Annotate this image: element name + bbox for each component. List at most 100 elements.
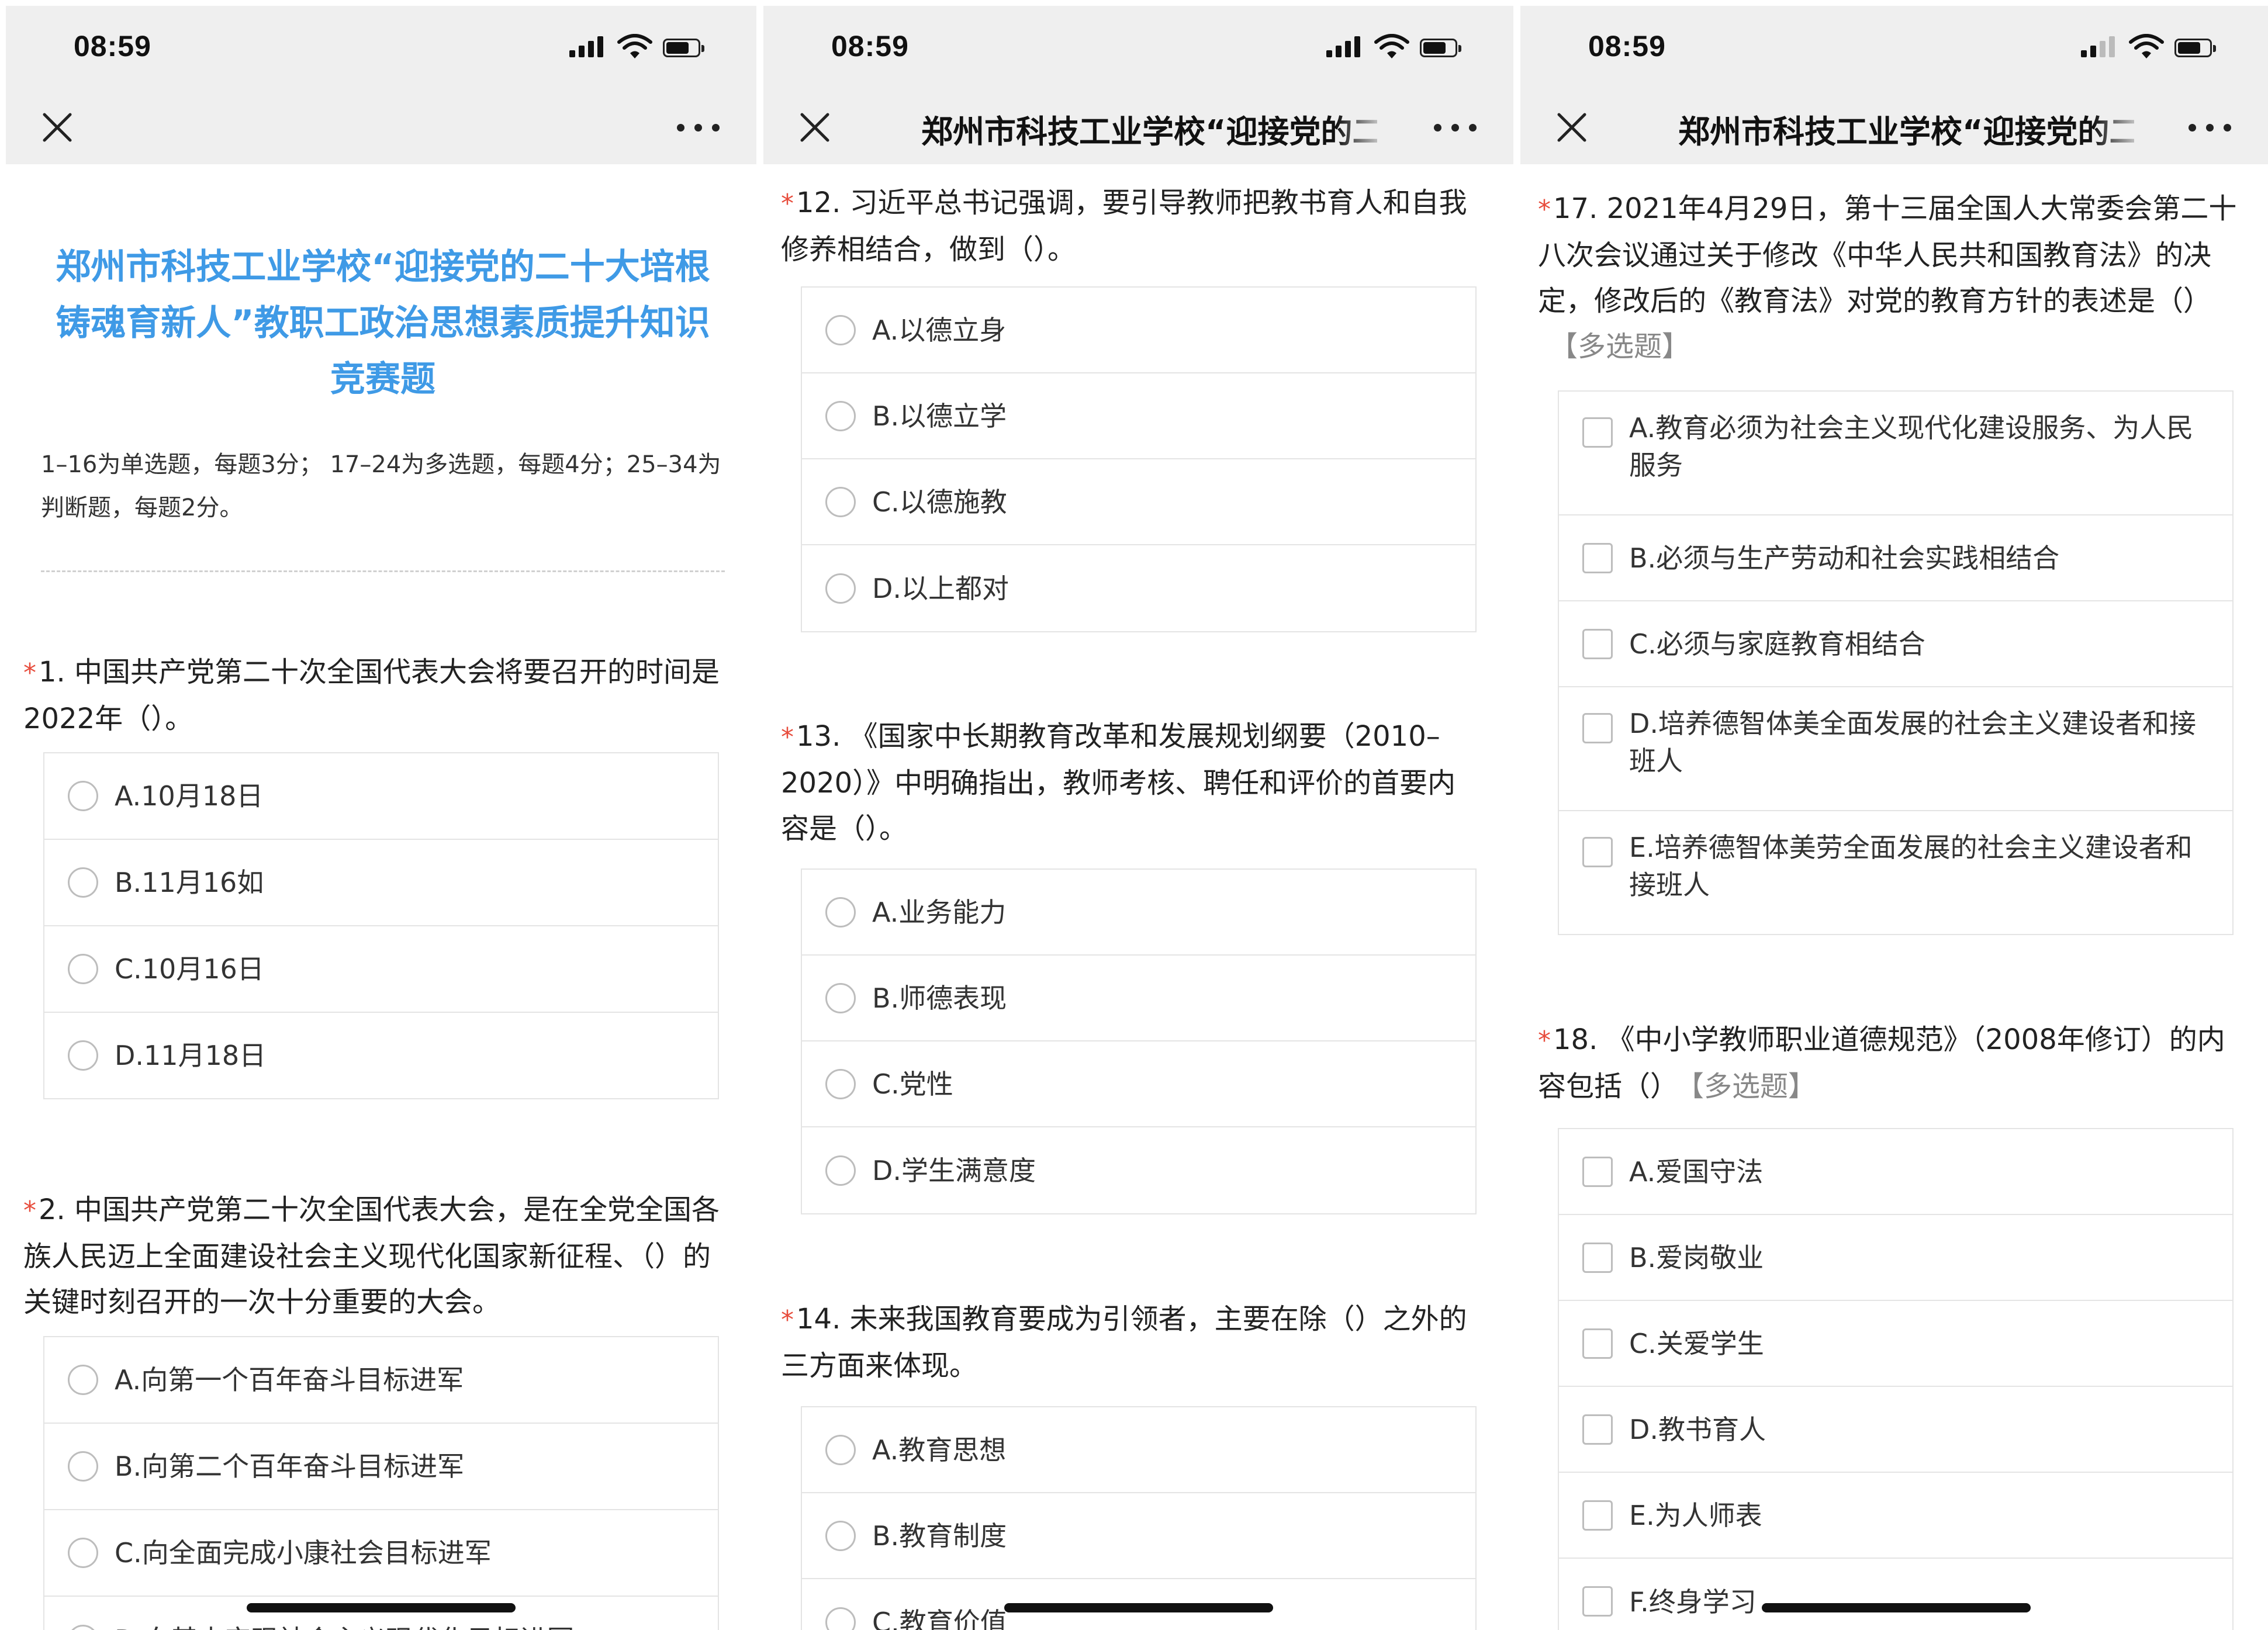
radio-icon[interactable]: [825, 1520, 856, 1551]
radio-icon[interactable]: [68, 781, 98, 811]
radio-icon[interactable]: [68, 1451, 98, 1482]
option-item[interactable]: A.向第一个百年奋斗目标进军: [44, 1337, 718, 1424]
option-item[interactable]: A.以德立身: [802, 288, 1475, 373]
option-item[interactable]: B.以德立学: [802, 373, 1475, 459]
close-icon[interactable]: [1555, 111, 1588, 144]
question-title: *12. 习近平总书记强调，要引导教师把教书育人和自我修养相结合，做到（）。: [781, 186, 1467, 266]
more-icon[interactable]: [1434, 122, 1481, 133]
option-item[interactable]: A.10月18日: [44, 753, 718, 840]
radio-icon[interactable]: [825, 1434, 856, 1465]
radio-icon[interactable]: [825, 400, 856, 431]
option-item[interactable]: D.向基本实现社会主义现代化目标进军: [44, 1597, 718, 1630]
option-group: A.业务能力 B.师德表现 C.党性 D.学生满意度: [801, 868, 1477, 1214]
radio-icon[interactable]: [825, 897, 856, 928]
status-time: 08:59: [831, 30, 909, 63]
checkbox-icon[interactable]: [1582, 1414, 1613, 1445]
status-time: 08:59: [74, 30, 151, 63]
status-icons: [569, 34, 710, 61]
option-item[interactable]: A.教育思想: [802, 1407, 1475, 1493]
radio-icon[interactable]: [68, 1365, 98, 1395]
radio-icon[interactable]: [825, 486, 856, 517]
option-group: A.教育必须为社会主义现代化建设服务、为人民服务 B.必须与生产劳动和社会实践相…: [1558, 390, 2234, 935]
option-item[interactable]: B.教育制度: [802, 1493, 1475, 1579]
option-item[interactable]: B.11月16如: [44, 840, 718, 926]
top-bar: 08:59 郑州市科技工业学校“迎接党的二十大培根铸魂育新人”教职工政治思想素质…: [1520, 6, 2268, 164]
question-title: *2. 中国共产党第二十次全国代表大会，是在全党全国各族人民迈上全面建设社会主义…: [23, 1193, 720, 1318]
radio-icon[interactable]: [68, 867, 98, 898]
title-fade: [1336, 109, 1389, 155]
close-icon[interactable]: [41, 111, 74, 144]
page-title: 郑州市科技工业学校“迎接党的二十大培根铸魂育新人”教职工政治思想素质提升知识竞赛…: [921, 113, 1377, 150]
signal-icon: [1326, 34, 1364, 61]
option-item[interactable]: A.教育必须为社会主义现代化建设服务、为人民服务: [1559, 392, 2232, 515]
option-item[interactable]: D.学生满意度: [802, 1127, 1475, 1213]
checkbox-icon[interactable]: [1582, 1328, 1613, 1359]
home-indicator: [1004, 1603, 1273, 1612]
radio-icon[interactable]: [825, 1607, 856, 1630]
checkbox-icon[interactable]: [1582, 629, 1613, 659]
option-group: A.教育思想 B.教育制度 C.教育价值: [801, 1406, 1477, 1630]
option-item[interactable]: C.必须与家庭教育相结合: [1559, 601, 2232, 687]
option-item[interactable]: B.向第二个百年奋斗目标进军: [44, 1424, 718, 1510]
radio-icon[interactable]: [825, 982, 856, 1013]
option-item[interactable]: A.爱国守法: [1559, 1129, 2232, 1215]
checkbox-icon[interactable]: [1582, 713, 1613, 743]
option-item[interactable]: E.为人师表: [1559, 1473, 2232, 1559]
option-group: A.爱国守法 B.爱岗敬业 C.关爱学生 D.教书育人 E.为人师表 F.终身学…: [1558, 1128, 2234, 1630]
option-item[interactable]: E.培养德智体美劳全面发展的社会主义建设者和接班人: [1559, 811, 2232, 934]
home-indicator: [247, 1603, 516, 1612]
option-item[interactable]: A.业务能力: [802, 870, 1475, 956]
option-group: A.以德立身 B.以德立学 C.以德施教 D.以上都对: [801, 286, 1477, 632]
option-item[interactable]: D.11月18日: [44, 1013, 718, 1098]
option-item[interactable]: C.关爱学生: [1559, 1301, 2232, 1387]
option-group: A.向第一个百年奋斗目标进军 B.向第二个百年奋斗目标进军 C.向全面完成小康社…: [43, 1336, 719, 1630]
close-icon[interactable]: [798, 111, 831, 144]
battery-icon: [2174, 39, 2216, 57]
option-item[interactable]: C.向全面完成小康社会目标进军: [44, 1510, 718, 1597]
option-item[interactable]: D.教书育人: [1559, 1387, 2232, 1473]
radio-icon[interactable]: [68, 1538, 98, 1568]
option-item[interactable]: C.以德施教: [802, 459, 1475, 545]
radio-icon[interactable]: [68, 954, 98, 984]
form-content: *12. 习近平总书记强调，要引导教师把教书育人和自我修养相结合，做到（）。 A…: [763, 164, 1513, 1630]
radio-icon[interactable]: [68, 1625, 98, 1630]
checkbox-icon[interactable]: [1582, 1500, 1613, 1531]
option-item[interactable]: B.爱岗敬业: [1559, 1215, 2232, 1301]
checkbox-icon[interactable]: [1582, 837, 1613, 867]
option-item[interactable]: B.必须与生产劳动和社会实践相结合: [1559, 515, 2232, 601]
option-item[interactable]: B.师德表现: [802, 956, 1475, 1041]
form-description: 1–16为单选题，每题3分； 17–24为多选题，每题4分；25–34为判断题，…: [41, 451, 721, 521]
radio-icon[interactable]: [825, 1068, 856, 1099]
radio-icon[interactable]: [825, 1155, 856, 1186]
checkbox-icon[interactable]: [1582, 1157, 1613, 1187]
question-title: *18. 《中小学教师职业道德规范》（2008年修订）的内容包括（） 【多选题】: [1538, 1023, 2225, 1103]
signal-icon: [2081, 34, 2118, 61]
checkbox-icon[interactable]: [1582, 417, 1613, 448]
question-type-tag: 【多选题】: [1690, 1070, 1817, 1103]
radio-icon[interactable]: [825, 573, 856, 604]
status-icons: [1326, 34, 1467, 61]
radio-icon[interactable]: [68, 1040, 98, 1071]
phone-screen-3: 08:59 郑州市科技工业学校“迎接党的二十大培根铸魂育新人”教职工政治思想素质…: [1520, 6, 2268, 1630]
option-item[interactable]: F.终身学习: [1559, 1559, 2232, 1630]
status-time: 08:59: [1588, 30, 1666, 63]
radio-icon[interactable]: [825, 314, 856, 345]
question-title: *1. 中国共产党第二十次全国代表大会将要召开的时间是2022年（）。: [23, 656, 720, 735]
option-item[interactable]: D.培养德智体美全面发展的社会主义建设者和接班人: [1559, 687, 2232, 811]
battery-icon: [663, 39, 704, 57]
more-icon[interactable]: [677, 122, 724, 133]
question-title: *14. 未来我国教育要成为引领者，主要在除（）之外的三方面来体现。: [781, 1303, 1467, 1382]
checkbox-icon[interactable]: [1582, 543, 1613, 573]
option-item[interactable]: C.党性: [802, 1041, 1475, 1127]
title-fade: [2093, 109, 2146, 155]
more-icon[interactable]: [2189, 122, 2235, 133]
top-bar: 08:59: [6, 6, 756, 164]
checkbox-icon[interactable]: [1582, 1243, 1613, 1273]
battery-icon: [1420, 39, 1461, 57]
option-item[interactable]: D.以上都对: [802, 545, 1475, 631]
checkbox-icon[interactable]: [1582, 1586, 1613, 1617]
option-item[interactable]: C.10月16日: [44, 926, 718, 1013]
phone-screen-2: 08:59 郑州市科技工业学校“迎接党的二十大培根铸魂育新人”教职工政治思想素质…: [763, 6, 1513, 1630]
option-group: A.10月18日 B.11月16如 C.10月16日 D.11月18日: [43, 752, 719, 1099]
wifi-icon: [1374, 34, 1409, 58]
